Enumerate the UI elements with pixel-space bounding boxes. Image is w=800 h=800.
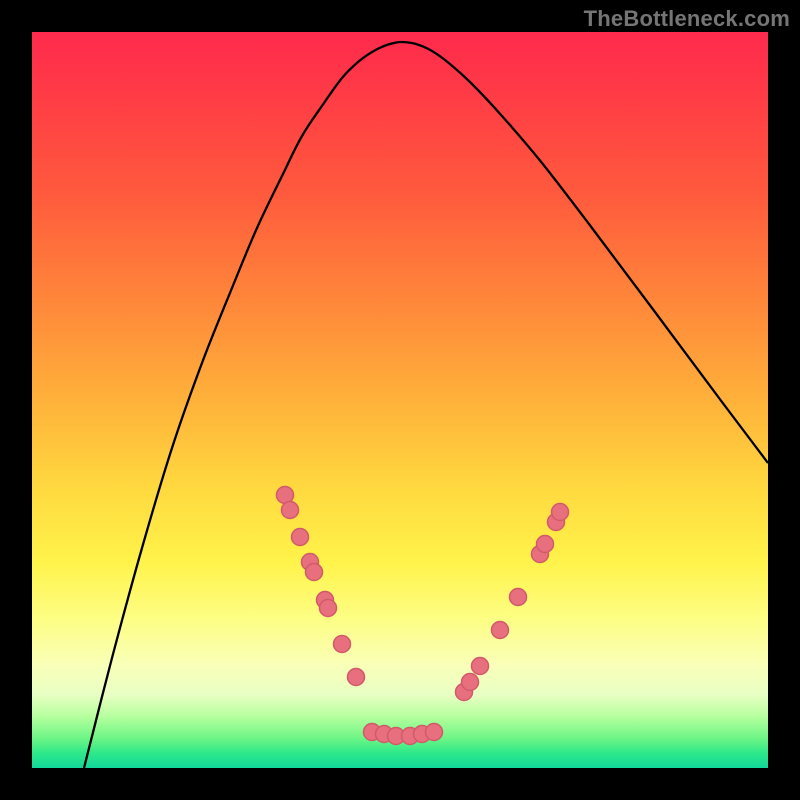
data-dot — [306, 564, 323, 581]
data-dot — [282, 502, 299, 519]
plot-area — [32, 32, 768, 768]
watermark-text: TheBottleneck.com — [584, 6, 790, 32]
data-dot — [472, 658, 489, 675]
data-dot — [492, 622, 509, 639]
data-dot — [320, 600, 337, 617]
curve-layer — [32, 32, 768, 768]
chart-frame: TheBottleneck.com — [0, 0, 800, 800]
data-dot — [292, 529, 309, 546]
data-dot — [537, 536, 554, 553]
data-dot — [552, 504, 569, 521]
data-dot — [348, 669, 365, 686]
data-dot — [334, 636, 351, 653]
data-dot — [462, 674, 479, 691]
data-dot — [426, 724, 443, 741]
bottleneck-curve — [84, 42, 768, 768]
data-dots — [277, 487, 569, 745]
data-dot — [510, 589, 527, 606]
